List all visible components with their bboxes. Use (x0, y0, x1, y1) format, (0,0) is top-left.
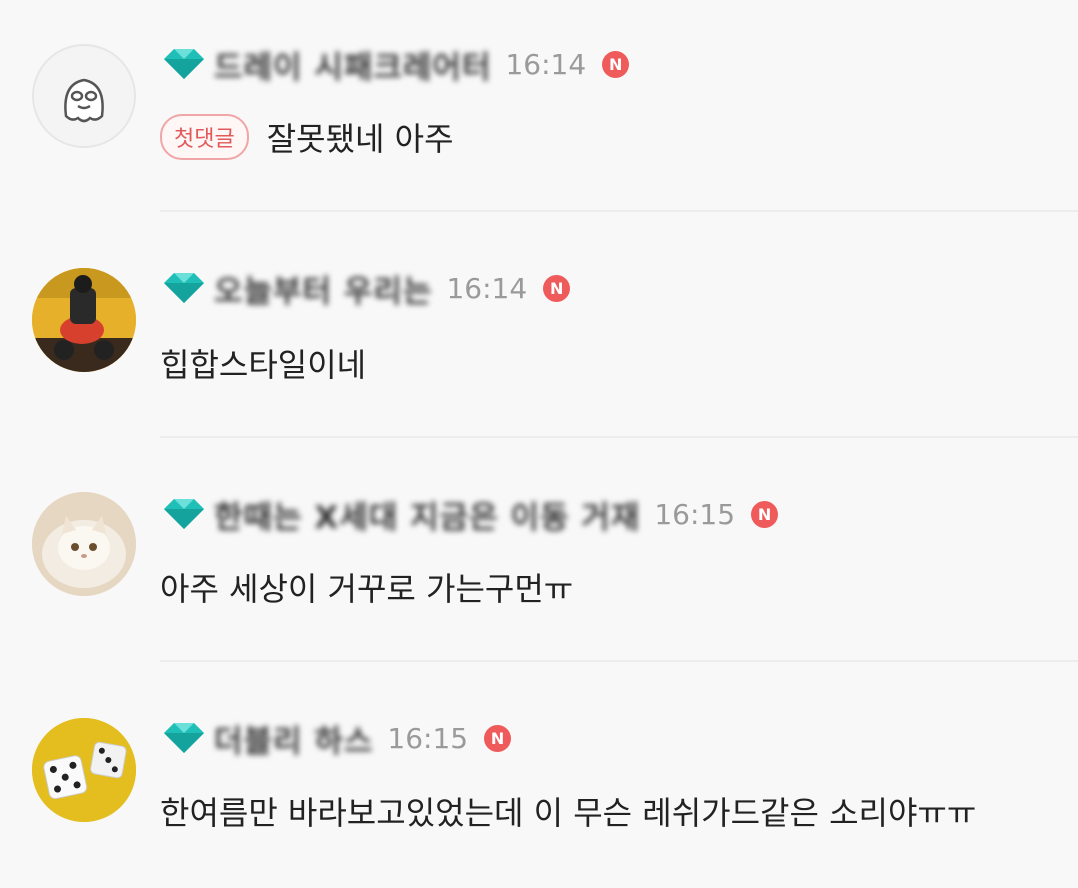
comment-body: 첫댓글 잘못됐네 아주 (160, 114, 454, 160)
comment-meta: 오늘부터 우리는 16:14 N (160, 266, 571, 311)
divider (160, 660, 1078, 662)
new-badge: N (751, 500, 779, 528)
nickname[interactable]: 더블리 하스 (214, 716, 373, 761)
comment-meta: 드레이 시패크레어터 16:14 N (160, 42, 630, 87)
timestamp: 16:15 (387, 721, 469, 755)
first-comment-badge: 첫댓글 (160, 114, 249, 160)
timestamp: 16:14 (446, 271, 528, 305)
comment-meta: 한때는 X세대 지금은 이동 거재 16:15 N (160, 492, 779, 537)
comment-body: 한여름만 바라보고있었는데 이 무슨 레쉬가드같은 소리야ㅠㅠ (160, 788, 976, 834)
avatar[interactable] (32, 718, 136, 822)
avatar[interactable] (32, 44, 136, 148)
timestamp: 16:14 (505, 47, 587, 81)
nickname[interactable]: 오늘부터 우리는 (214, 266, 432, 311)
comment-body: 아주 세상이 거꾸로 가는구먼ㅠ (160, 564, 573, 610)
scooter-photo-icon (32, 268, 136, 372)
avatar[interactable] (32, 492, 136, 596)
divider (160, 436, 1078, 438)
comment-meta: 더블리 하스 16:15 N (160, 716, 512, 761)
comment-text: 아주 세상이 거꾸로 가는구먼ㅠ (160, 570, 574, 608)
new-badge: N (484, 724, 512, 752)
new-badge: N (602, 50, 630, 78)
comment-body: 힙합스타일이네 (160, 340, 366, 386)
timestamp: 16:15 (654, 497, 736, 531)
cat-photo-icon (32, 492, 136, 596)
gem-icon (164, 273, 204, 303)
gem-icon (164, 49, 204, 79)
comment-text: 잘못됐네 아주 (266, 120, 454, 158)
gem-icon (164, 723, 204, 753)
avatar[interactable] (32, 268, 136, 372)
nickname[interactable]: 한때는 X세대 지금은 이동 거재 (214, 492, 640, 537)
new-badge: N (543, 274, 571, 302)
ghost-icon (64, 78, 104, 123)
divider (160, 210, 1078, 212)
comment-text: 힙합스타일이네 (160, 346, 367, 384)
gem-icon (164, 499, 204, 529)
nickname[interactable]: 드레이 시패크레어터 (214, 42, 491, 87)
dice-photo-icon (32, 718, 136, 822)
comment-text: 한여름만 바라보고있었는데 이 무슨 레쉬가드같은 소리야ㅠㅠ (160, 794, 977, 832)
